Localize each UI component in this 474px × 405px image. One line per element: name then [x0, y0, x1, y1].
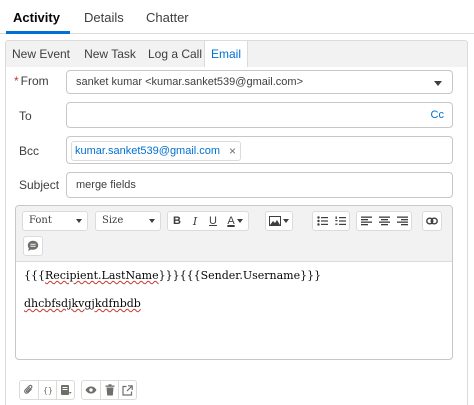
merge-open-braces: {{{	[24, 269, 45, 282]
body-text-line: dhcbfsdjkvgjkdfnbdb	[24, 297, 141, 310]
merge-mid-braces: }}}{{{	[158, 269, 201, 282]
insert-template-button[interactable]	[56, 381, 74, 399]
chevron-down-icon	[76, 219, 82, 223]
italic-button[interactable]: I	[186, 212, 204, 230]
align-right-button[interactable]	[393, 212, 411, 230]
align-group	[356, 211, 412, 231]
chevron-down-icon	[434, 81, 442, 86]
actions-group	[81, 380, 137, 400]
text-color-icon: A	[227, 215, 235, 227]
chevron-down-icon	[283, 219, 289, 223]
from-select[interactable]: sanket kumar <kumar.sanket539@gmail.com>	[66, 70, 453, 94]
quick-text-button[interactable]	[23, 236, 43, 256]
rich-text-editor: Font Size B I U A {{{Recipient.LastName}…	[15, 205, 453, 360]
align-center-button[interactable]	[375, 212, 393, 230]
tab-activity[interactable]: Activity	[13, 10, 60, 25]
bold-button[interactable]: B	[168, 212, 186, 230]
template-icon	[60, 385, 71, 395]
close-icon[interactable]: ×	[229, 142, 236, 160]
image-group	[265, 211, 293, 231]
subject-label: Subject	[19, 178, 60, 192]
subject-value: merge fields	[76, 179, 136, 191]
align-right-icon	[396, 216, 408, 226]
delete-icon	[105, 384, 114, 396]
font-family-select[interactable]: Font	[22, 211, 88, 231]
popout-icon	[122, 384, 133, 396]
to-label: To	[19, 109, 32, 123]
subject-input[interactable]: merge fields	[66, 172, 453, 198]
chevron-down-icon	[149, 219, 155, 223]
insert-link-button[interactable]	[423, 212, 441, 230]
numbered-list-button[interactable]	[331, 212, 349, 230]
tab-email[interactable]: Email	[204, 41, 248, 69]
merge-field-recipient: Recipient.LastName	[45, 269, 159, 282]
insert-image-button[interactable]	[266, 212, 292, 230]
bcc-field[interactable]: kumar.sanket539@gmail.com ×	[66, 136, 453, 164]
attachment-group: {}	[19, 380, 75, 400]
list-group	[312, 211, 350, 231]
merge-close-braces: }}}	[300, 269, 322, 282]
paperclip-icon	[24, 384, 33, 394]
tab-new-event[interactable]: New Event	[6, 41, 76, 68]
tab-new-task[interactable]: New Task	[78, 41, 142, 68]
font-size-select[interactable]: Size	[95, 211, 161, 231]
preview-button[interactable]	[82, 381, 100, 399]
bcc-recipient-email: kumar.sanket539@gmail.com	[75, 145, 221, 157]
merge-field-sender: Sender.Username	[200, 269, 301, 282]
link-group	[422, 211, 442, 231]
tab-log-a-call[interactable]: Log a Call	[143, 41, 207, 68]
from-label: * From	[14, 74, 49, 88]
link-icon	[426, 217, 438, 225]
tab-chatter[interactable]: Chatter	[146, 10, 189, 25]
preview-icon	[85, 386, 97, 394]
text-style-group: B I U A	[167, 211, 249, 231]
bcc-label: Bcc	[19, 144, 40, 158]
underline-button[interactable]: U	[204, 212, 222, 230]
popout-button[interactable]	[118, 381, 136, 399]
align-left-button[interactable]	[357, 212, 375, 230]
numbered-list-icon	[334, 216, 346, 225]
required-marker: *	[14, 74, 19, 88]
align-center-icon	[378, 216, 390, 226]
merge-field-icon: {}	[43, 386, 53, 395]
cc-link[interactable]: Cc	[431, 109, 444, 121]
editor-toolbar: Font Size B I U A	[16, 206, 452, 262]
active-tab-indicator	[6, 31, 70, 34]
chevron-down-icon	[236, 219, 243, 223]
size-select-label: Size	[102, 215, 124, 226]
attach-file-button[interactable]	[20, 381, 38, 399]
image-icon	[269, 216, 281, 226]
align-left-icon	[360, 216, 372, 226]
bulleted-list-icon	[316, 216, 328, 226]
bcc-recipient-pill: kumar.sanket539@gmail.com ×	[71, 141, 242, 161]
from-value: sanket kumar <kumar.sanket539@gmail.com>	[76, 76, 303, 88]
body-merge-fields-line: {{{Recipient.LastName}}}{{{Sender.Userna…	[24, 269, 321, 282]
bulleted-list-button[interactable]	[313, 212, 331, 230]
svg-text:{}: {}	[43, 386, 53, 395]
insert-merge-field-button[interactable]: {}	[38, 381, 56, 399]
text-color-button[interactable]: A	[222, 212, 248, 230]
to-field[interactable]: Cc	[66, 102, 453, 128]
tab-details[interactable]: Details	[84, 10, 124, 25]
publisher-tabs: New Event New Task Log a Call Email	[5, 40, 468, 69]
activity-tabs: Activity Details Chatter	[0, 0, 474, 34]
from-label-text: From	[20, 74, 49, 88]
font-select-label: Font	[29, 215, 52, 226]
delete-button[interactable]	[100, 381, 118, 399]
quick-text-icon	[27, 240, 39, 251]
